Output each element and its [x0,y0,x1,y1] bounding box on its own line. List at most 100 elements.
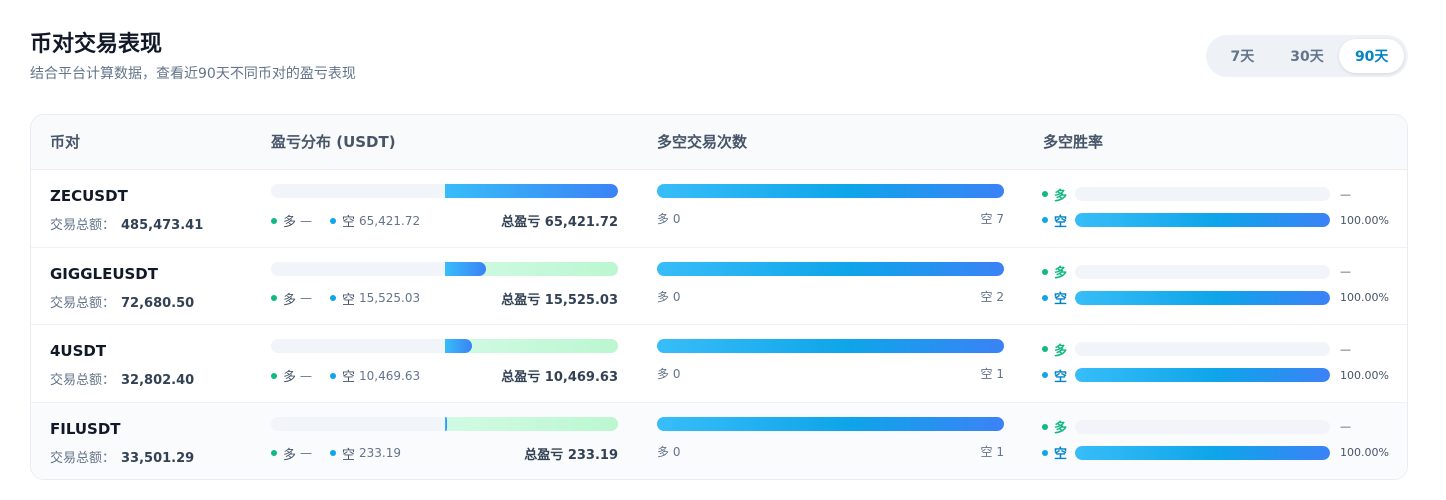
table-row[interactable]: GIGGLEUSDT 交易总额： 72,680.50 多 — 空 15,525.0… [31,248,1407,325]
short-dot-icon [1042,217,1048,223]
short-win-label: 空 [1054,369,1068,385]
column-header-pair: 币对 [50,133,81,151]
page-subtitle: 结合平台计算数据，查看近90天不同币对的盈亏表现 [30,66,356,82]
short-win-label: 空 [1054,214,1068,230]
short-dot-icon [1042,449,1048,456]
short-win-label: 空 [1054,447,1068,462]
pair-performance-table: 币对 盈亏分布 (USDT) 多空交易次数 多空胜率 ZECUSDT 交易总额：… [30,114,1408,480]
pnl-total: 总盈亏 10,469.63 [501,370,618,385]
trade-volume: 交易总额： 32,802.40 [50,369,194,388]
long-win-value: — [1340,187,1352,201]
range-30d-button[interactable]: 30天 [1275,39,1340,73]
long-win-bar [1075,264,1331,279]
long-win-value: — [1340,342,1352,356]
pnl-legend: 多 — 空 233.19 [271,444,419,463]
long-win-rate: 多 — [1042,342,1390,359]
range-toggle: 7天 30天 90天 [1206,35,1408,77]
short-dot-icon [1042,372,1048,378]
short-win-bar [1075,445,1331,460]
pnl-long-label: 多 [283,292,297,308]
short-win-bar [1075,213,1331,227]
range-90d-button[interactable]: 90天 [1339,39,1405,73]
pnl-total: 总盈亏 65,421.72 [501,215,618,230]
trade-volume-value: 485,473.41 [121,218,204,233]
pnl-short-label: 空 [342,447,356,463]
trade-volume-value: 72,680.50 [121,295,195,311]
pnl-total: 总盈亏 233.19 [524,447,618,463]
table-row[interactable]: 4USDT 交易总额： 32,802.40 多 — 空 10,469.63 总盈亏… [31,325,1407,403]
trade-volume-label: 交易总额： [50,218,116,233]
short-trade-count: 空 2 [980,289,1004,304]
long-dot-icon [271,295,277,301]
long-win-rate: 多 — [1042,264,1390,281]
pnl-long-value: — [300,291,313,305]
pnl-long-legend: 多 — [271,211,312,230]
page-header: 币对交易表现 结合平台计算数据，查看近90天不同币对的盈亏表现 [30,30,356,84]
short-dot-icon [330,217,337,224]
pnl-long-label: 多 [283,370,297,385]
pnl-long-value: — [300,213,313,228]
long-dot-icon [271,450,277,456]
trade-volume: 交易总额： 33,501.29 [50,447,194,466]
short-win-rate: 空 100.00% [1042,213,1390,230]
long-win-value: — [1340,265,1352,278]
long-win-label: 多 [1054,343,1068,359]
short-dot-icon [330,450,337,456]
pnl-long-value: — [300,368,313,383]
column-header-pnl: 盈亏分布 (USDT) [271,133,396,151]
short-win-bar [1075,368,1331,382]
pnl-legend: 多 — 空 15,525.03 [271,289,438,308]
pnl-short-value: 65,421.72 [359,213,421,228]
table-header: 币对 盈亏分布 (USDT) 多空交易次数 多空胜率 [31,115,1407,170]
short-win-value: 100.00% [1340,446,1389,459]
short-trade-count: 空 7 [980,212,1004,226]
range-7d-button[interactable]: 7天 [1210,39,1275,73]
long-dot-icon [1042,423,1048,430]
pnl-long-legend: 多 — [271,289,312,308]
pnl-short-legend: 空 10,469.63 [330,366,420,385]
pair-symbol: ZECUSDT [50,187,128,205]
pnl-long-label: 多 [283,215,297,230]
long-trade-count: 多 0 [657,289,681,304]
long-trade-count: 多 0 [657,444,681,459]
pnl-short-label: 空 [342,215,356,230]
trade-volume-label: 交易总额： [50,450,116,466]
pnl-short-legend: 空 233.19 [330,444,401,463]
short-trade-count: 空 1 [980,367,1004,381]
long-win-label: 多 [1054,266,1068,281]
long-win-rate: 多 — [1042,187,1390,204]
pair-symbol: 4USDT [50,342,107,360]
pnl-short-fill [444,261,487,276]
short-win-bar [1075,290,1331,305]
pnl-short-legend: 空 65,421.72 [330,211,420,230]
pnl-short-value: 10,469.63 [359,368,421,383]
short-trade-count: 空 1 [980,444,1004,459]
long-dot-icon [1042,191,1048,197]
short-win-value: 100.00% [1340,291,1389,304]
table-row[interactable]: ZECUSDT 交易总额： 485,473.41 多 — 空 65,421.72 … [31,170,1407,248]
pnl-short-fill [444,339,473,353]
pnl-long-legend: 多 — [271,366,312,385]
pnl-distribution-bar [271,416,618,431]
short-win-rate: 空 100.00% [1042,290,1390,307]
long-win-bar [1075,419,1331,434]
long-trade-count: 多 0 [657,212,681,226]
short-win-fill [1075,213,1331,227]
pnl-total: 总盈亏 15,525.03 [501,292,618,308]
short-dot-icon [1042,294,1048,301]
table-row[interactable]: FILUSDT 交易总额： 33,501.29 多 — 空 233.19 总盈亏 … [31,402,1407,479]
short-win-fill [1075,368,1331,382]
trade-count-bar [657,416,1004,431]
long-win-label: 多 [1054,188,1068,204]
short-win-fill [1075,445,1331,460]
pair-symbol: FILUSDT [50,419,121,438]
pnl-long-label: 多 [283,447,297,463]
page-title: 币对交易表现 [30,32,163,57]
short-win-value: 100.00% [1340,368,1389,382]
short-win-fill [1075,290,1331,305]
long-trade-count: 多 0 [657,367,681,381]
pnl-distribution-bar [271,339,618,353]
short-dot-icon [330,295,337,301]
trade-volume: 交易总额： 72,680.50 [50,292,194,311]
pair-symbol: GIGGLEUSDT [50,264,158,283]
